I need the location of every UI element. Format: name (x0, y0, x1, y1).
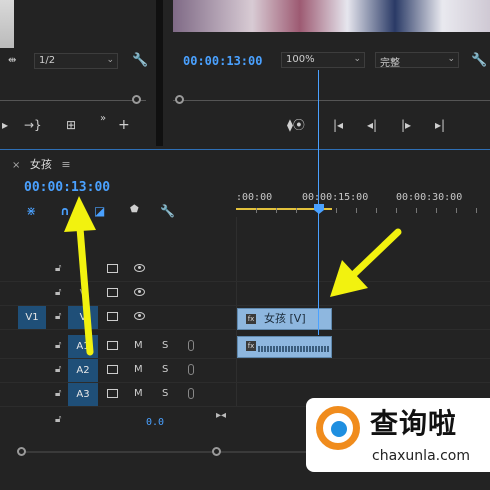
search-logo-icon (316, 406, 360, 450)
premiere-window: ⇹ 1/2 ⌄ 🔧 ▸ →} ⊞ » + 00:00:13:00 100% ⌄ … (0, 0, 490, 490)
arrow-to-clip (330, 228, 402, 297)
watermark: 查询啦 chaxunla.com (306, 398, 490, 472)
watermark-title: 查询啦 (370, 407, 458, 440)
arrow-to-snap-icon (64, 196, 96, 356)
watermark-subtitle: chaxunla.com (372, 448, 470, 464)
